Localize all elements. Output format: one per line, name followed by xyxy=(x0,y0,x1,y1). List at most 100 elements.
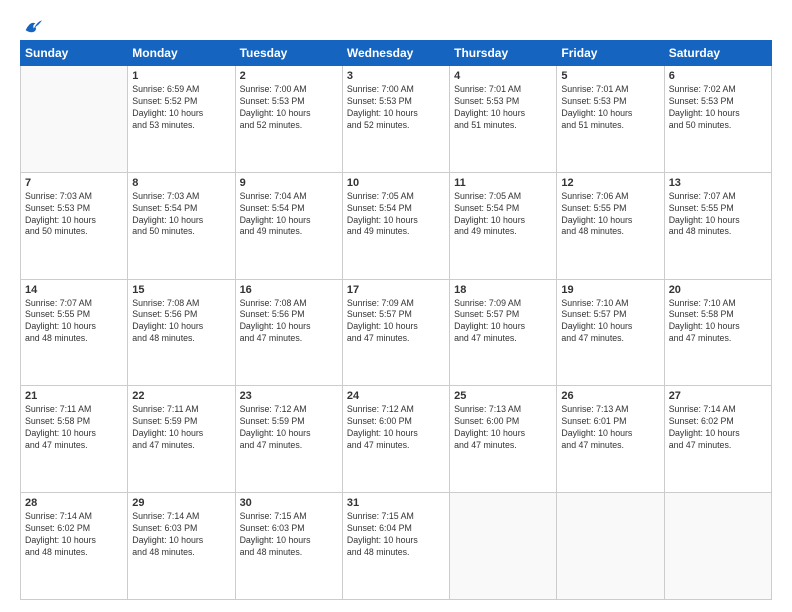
day-number: 7 xyxy=(25,177,123,189)
calendar-cell: 23 Sunrise: 7:12 AM Sunset: 5:59 PM Dayli… xyxy=(235,386,342,493)
calendar-cell: 2Sunrise: 7:00 AM Sunset: 5:53 PM Daylig… xyxy=(235,66,342,173)
day-number: 20 xyxy=(669,284,767,296)
day-number: 4 xyxy=(454,70,552,82)
day-header-friday: Friday xyxy=(557,41,664,66)
day-number: 6 xyxy=(669,70,767,82)
day-number: 23 xyxy=(240,390,338,402)
calendar-cell: 3Sunrise: 7:00 AM Sunset: 5:53 PM Daylig… xyxy=(342,66,449,173)
calendar-cell: 28 Sunrise: 7:14 AM Sunset: 6:02 PM Dayli… xyxy=(21,493,128,600)
calendar-cell xyxy=(21,66,128,173)
day-info: Sunrise: 7:14 AM Sunset: 6:02 PM Dayligh… xyxy=(669,404,767,452)
day-info: Sunrise: 7:00 AM Sunset: 5:53 PM Dayligh… xyxy=(347,84,445,132)
calendar-cell: 16 Sunrise: 7:08 AM Sunset: 5:56 PM Dayli… xyxy=(235,279,342,386)
calendar-cell xyxy=(664,493,771,600)
calendar-cell: 29 Sunrise: 7:14 AM Sunset: 6:03 PM Dayli… xyxy=(128,493,235,600)
day-number: 9 xyxy=(240,177,338,189)
day-number: 28 xyxy=(25,497,123,509)
day-number: 2 xyxy=(240,70,338,82)
day-info: Sunrise: 7:01 AM Sunset: 5:53 PM Dayligh… xyxy=(561,84,659,132)
day-header-thursday: Thursday xyxy=(450,41,557,66)
calendar-cell: 8Sunrise: 7:03 AM Sunset: 5:54 PM Daylig… xyxy=(128,172,235,279)
day-header-tuesday: Tuesday xyxy=(235,41,342,66)
calendar-week-row: 7Sunrise: 7:03 AM Sunset: 5:53 PM Daylig… xyxy=(21,172,772,279)
logo xyxy=(20,18,42,30)
day-info: Sunrise: 7:14 AM Sunset: 6:03 PM Dayligh… xyxy=(132,511,230,559)
day-header-saturday: Saturday xyxy=(664,41,771,66)
day-number: 14 xyxy=(25,284,123,296)
day-info: Sunrise: 7:04 AM Sunset: 5:54 PM Dayligh… xyxy=(240,191,338,239)
day-info: Sunrise: 7:15 AM Sunset: 6:03 PM Dayligh… xyxy=(240,511,338,559)
calendar-cell: 25 Sunrise: 7:13 AM Sunset: 6:00 PM Dayli… xyxy=(450,386,557,493)
calendar-cell: 26Sunrise: 7:13 AM Sunset: 6:01 PM Dayli… xyxy=(557,386,664,493)
calendar-cell: 4 Sunrise: 7:01 AM Sunset: 5:53 PM Daylig… xyxy=(450,66,557,173)
day-info: Sunrise: 7:06 AM Sunset: 5:55 PM Dayligh… xyxy=(561,191,659,239)
calendar-cell xyxy=(557,493,664,600)
calendar-cell: 31 Sunrise: 7:15 AM Sunset: 6:04 PM Dayli… xyxy=(342,493,449,600)
day-header-sunday: Sunday xyxy=(21,41,128,66)
day-number: 16 xyxy=(240,284,338,296)
day-number: 11 xyxy=(454,177,552,189)
calendar-cell: 12 Sunrise: 7:06 AM Sunset: 5:55 PM Dayli… xyxy=(557,172,664,279)
day-number: 12 xyxy=(561,177,659,189)
day-info: Sunrise: 7:07 AM Sunset: 5:55 PM Dayligh… xyxy=(669,191,767,239)
day-info: Sunrise: 7:01 AM Sunset: 5:53 PM Dayligh… xyxy=(454,84,552,132)
day-number: 22 xyxy=(132,390,230,402)
calendar-week-row: 14 Sunrise: 7:07 AM Sunset: 5:55 PM Dayli… xyxy=(21,279,772,386)
day-info: Sunrise: 7:13 AM Sunset: 6:01 PM Dayligh… xyxy=(561,404,659,452)
calendar-cell: 14 Sunrise: 7:07 AM Sunset: 5:55 PM Dayli… xyxy=(21,279,128,386)
calendar-cell: 17 Sunrise: 7:09 AM Sunset: 5:57 PM Dayli… xyxy=(342,279,449,386)
calendar-cell: 21 Sunrise: 7:11 AM Sunset: 5:58 PM Dayli… xyxy=(21,386,128,493)
day-info: Sunrise: 7:09 AM Sunset: 5:57 PM Dayligh… xyxy=(454,298,552,346)
day-info: Sunrise: 7:12 AM Sunset: 6:00 PM Dayligh… xyxy=(347,404,445,452)
calendar-cell: 24 Sunrise: 7:12 AM Sunset: 6:00 PM Dayli… xyxy=(342,386,449,493)
day-info: Sunrise: 7:08 AM Sunset: 5:56 PM Dayligh… xyxy=(132,298,230,346)
calendar-cell xyxy=(450,493,557,600)
calendar-cell: 27 Sunrise: 7:14 AM Sunset: 6:02 PM Dayli… xyxy=(664,386,771,493)
day-number: 1 xyxy=(132,70,230,82)
day-number: 24 xyxy=(347,390,445,402)
calendar-cell: 1 Sunrise: 6:59 AM Sunset: 5:52 PM Daylig… xyxy=(128,66,235,173)
day-info: Sunrise: 7:08 AM Sunset: 5:56 PM Dayligh… xyxy=(240,298,338,346)
day-info: Sunrise: 7:07 AM Sunset: 5:55 PM Dayligh… xyxy=(25,298,123,346)
day-number: 27 xyxy=(669,390,767,402)
day-number: 18 xyxy=(454,284,552,296)
day-info: Sunrise: 7:05 AM Sunset: 5:54 PM Dayligh… xyxy=(347,191,445,239)
calendar-cell: 7Sunrise: 7:03 AM Sunset: 5:53 PM Daylig… xyxy=(21,172,128,279)
calendar-cell: 5Sunrise: 7:01 AM Sunset: 5:53 PM Daylig… xyxy=(557,66,664,173)
header xyxy=(20,18,772,30)
calendar-cell: 11Sunrise: 7:05 AM Sunset: 5:54 PM Dayli… xyxy=(450,172,557,279)
calendar-table: SundayMondayTuesdayWednesdayThursdayFrid… xyxy=(20,40,772,600)
day-info: Sunrise: 7:11 AM Sunset: 5:58 PM Dayligh… xyxy=(25,404,123,452)
calendar-week-row: 28 Sunrise: 7:14 AM Sunset: 6:02 PM Dayli… xyxy=(21,493,772,600)
calendar-cell: 20 Sunrise: 7:10 AM Sunset: 5:58 PM Dayli… xyxy=(664,279,771,386)
page: SundayMondayTuesdayWednesdayThursdayFrid… xyxy=(0,0,792,612)
day-number: 25 xyxy=(454,390,552,402)
day-info: Sunrise: 7:13 AM Sunset: 6:00 PM Dayligh… xyxy=(454,404,552,452)
day-info: Sunrise: 7:15 AM Sunset: 6:04 PM Dayligh… xyxy=(347,511,445,559)
day-info: Sunrise: 7:10 AM Sunset: 5:58 PM Dayligh… xyxy=(669,298,767,346)
calendar-cell: 6 Sunrise: 7:02 AM Sunset: 5:53 PM Daylig… xyxy=(664,66,771,173)
day-number: 8 xyxy=(132,177,230,189)
day-number: 15 xyxy=(132,284,230,296)
day-number: 19 xyxy=(561,284,659,296)
day-number: 31 xyxy=(347,497,445,509)
day-header-wednesday: Wednesday xyxy=(342,41,449,66)
calendar-cell: 15 Sunrise: 7:08 AM Sunset: 5:56 PM Dayli… xyxy=(128,279,235,386)
day-info: Sunrise: 7:10 AM Sunset: 5:57 PM Dayligh… xyxy=(561,298,659,346)
day-number: 17 xyxy=(347,284,445,296)
day-info: Sunrise: 6:59 AM Sunset: 5:52 PM Dayligh… xyxy=(132,84,230,132)
calendar-cell: 19 Sunrise: 7:10 AM Sunset: 5:57 PM Dayli… xyxy=(557,279,664,386)
day-header-monday: Monday xyxy=(128,41,235,66)
day-info: Sunrise: 7:12 AM Sunset: 5:59 PM Dayligh… xyxy=(240,404,338,452)
day-info: Sunrise: 7:14 AM Sunset: 6:02 PM Dayligh… xyxy=(25,511,123,559)
day-number: 21 xyxy=(25,390,123,402)
calendar-cell: 18 Sunrise: 7:09 AM Sunset: 5:57 PM Dayli… xyxy=(450,279,557,386)
logo-bird-icon xyxy=(24,18,42,34)
day-info: Sunrise: 7:02 AM Sunset: 5:53 PM Dayligh… xyxy=(669,84,767,132)
day-number: 29 xyxy=(132,497,230,509)
calendar-cell: 30Sunrise: 7:15 AM Sunset: 6:03 PM Dayli… xyxy=(235,493,342,600)
calendar-header-row: SundayMondayTuesdayWednesdayThursdayFrid… xyxy=(21,41,772,66)
day-number: 10 xyxy=(347,177,445,189)
calendar-cell: 9 Sunrise: 7:04 AM Sunset: 5:54 PM Daylig… xyxy=(235,172,342,279)
day-info: Sunrise: 7:09 AM Sunset: 5:57 PM Dayligh… xyxy=(347,298,445,346)
